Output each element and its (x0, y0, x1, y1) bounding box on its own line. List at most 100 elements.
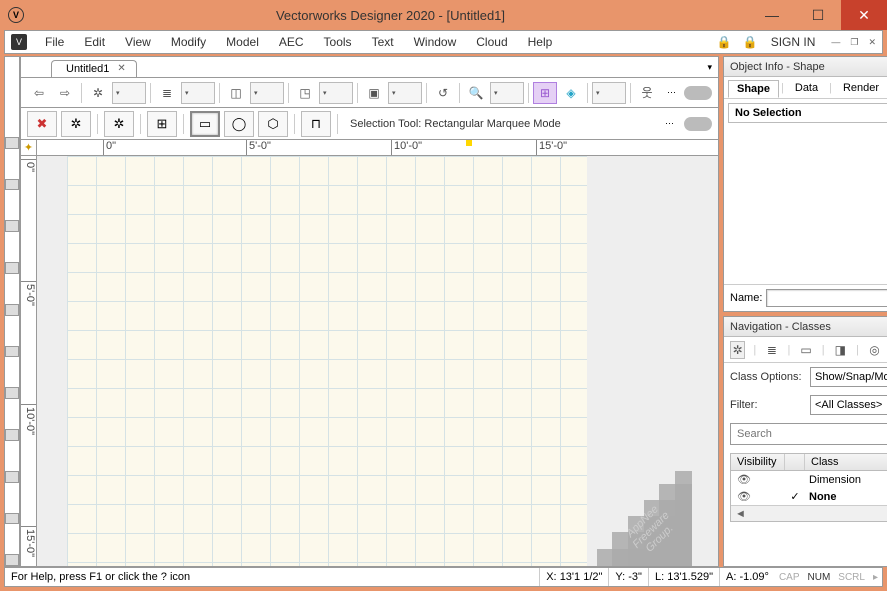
flyover-icon[interactable]: ↺ (431, 82, 455, 104)
tab-render[interactable]: Render (834, 79, 887, 97)
nav-classes-icon[interactable]: ✲ (730, 341, 745, 359)
ruler-cursor (466, 140, 472, 146)
menu-view[interactable]: View (117, 33, 159, 51)
walkthrough-icon[interactable]: 웃 (635, 82, 659, 104)
panel-header[interactable]: Object Info - Shape ? ✕ (724, 57, 887, 77)
strip-icon[interactable] (5, 346, 19, 358)
strip-icon[interactable] (5, 179, 19, 191)
mode-polygon-icon[interactable]: ⬡ (258, 111, 288, 137)
strip-icon[interactable] (5, 554, 19, 566)
ruler-tick: 10'-0" (21, 404, 36, 435)
mode-group-icon[interactable]: ⊞ (147, 111, 177, 137)
mode-cursor-link-icon[interactable]: ✲ (61, 111, 91, 137)
menu-edit[interactable]: Edit (76, 33, 113, 51)
search-input[interactable] (730, 423, 887, 445)
filter-select[interactable]: <All Classes>▾ (810, 395, 887, 415)
col-visibility[interactable]: Visibility (731, 454, 785, 470)
strip-icon[interactable] (5, 137, 19, 149)
table-scrollbar[interactable]: ◄► (731, 505, 887, 521)
nav-fwd-icon[interactable]: ⇨ (53, 82, 77, 104)
menu-model[interactable]: Model (218, 33, 267, 51)
render-icon[interactable]: ▣ (362, 82, 386, 104)
zoom-icon[interactable]: 🔍 (464, 82, 488, 104)
class-options-row: Class Options: Show/Snap/Modify Others▾ (724, 363, 887, 391)
class-icon[interactable]: ✲ (86, 82, 110, 104)
document-tab[interactable]: Untitled1 ✕ (51, 60, 137, 77)
nav-views-icon[interactable]: ◨ (833, 341, 848, 359)
tab-shape[interactable]: Shape (728, 80, 779, 98)
mdi-restore[interactable]: ❐ (850, 37, 858, 48)
row-check[interactable]: ✓ (785, 490, 805, 503)
layer-combo[interactable] (181, 82, 215, 104)
menu-modify[interactable]: Modify (163, 33, 214, 51)
plan-view-icon[interactable]: ⊞ (533, 82, 557, 104)
grid (67, 156, 587, 566)
eye-icon[interactable]: 👁 (737, 473, 751, 486)
strip-icon[interactable] (5, 513, 19, 525)
drawing-canvas[interactable]: AppNee Freeware Group. (37, 156, 718, 566)
class-combo[interactable] (112, 82, 146, 104)
view-icon[interactable]: ◳ (293, 82, 317, 104)
col-check[interactable] (785, 454, 805, 470)
name-input[interactable] (766, 289, 887, 307)
strip-icon[interactable] (5, 429, 19, 441)
toolbar-overflow-icon[interactable]: ⋯ (667, 87, 676, 98)
close-tab-icon[interactable]: ✕ (117, 63, 125, 74)
status-x: X: 13'1 1/2" (539, 568, 608, 586)
plane-icon[interactable]: ◫ (224, 82, 248, 104)
strip-icon[interactable] (5, 471, 19, 483)
tab-dropdown-icon[interactable]: ▾ (707, 62, 712, 73)
menubar: V File Edit View Modify Model AEC Tools … (4, 30, 883, 54)
layer-icon[interactable]: ≣ (155, 82, 179, 104)
mode-link-icon[interactable]: ✲ (104, 111, 134, 137)
mode-lasso-icon[interactable]: ◯ (224, 111, 254, 137)
nav-layers-icon[interactable]: ≣ (764, 341, 779, 359)
mode-cursor-cross-icon[interactable]: ✖ (27, 111, 57, 137)
view-mode-combo[interactable] (592, 82, 626, 104)
ruler-origin-icon[interactable]: ✦ (21, 140, 37, 155)
menu-aec[interactable]: AEC (271, 33, 312, 51)
window-title: Vectorworks Designer 2020 - [Untitled1] (32, 8, 749, 23)
strip-icon[interactable] (5, 220, 19, 232)
mdi-minimize[interactable]: — (831, 37, 840, 47)
table-row[interactable]: 👁 Dimension (731, 471, 887, 488)
nav-back-icon[interactable]: ⇦ (27, 82, 51, 104)
zoom-combo[interactable] (490, 82, 524, 104)
menu-text[interactable]: Text (364, 33, 402, 51)
toolbar-toggle[interactable] (684, 86, 712, 100)
maximize-button[interactable]: ☐ (795, 0, 841, 30)
minimize-button[interactable]: — (749, 0, 795, 30)
render-combo[interactable] (388, 82, 422, 104)
iso-view-icon[interactable]: ◈ (559, 82, 583, 104)
menu-tools[interactable]: Tools (316, 33, 360, 51)
lock-icon[interactable]: 🔒 (717, 35, 731, 49)
nav-viewports-icon[interactable]: ◎ (867, 341, 882, 359)
eye-icon[interactable]: 👁 (737, 490, 751, 503)
mode-marquee-icon[interactable]: ▭ (190, 111, 220, 137)
strip-icon[interactable] (5, 262, 19, 274)
strip-icon[interactable] (5, 387, 19, 399)
menu-window[interactable]: Window (406, 33, 465, 51)
left-tool-strip (4, 56, 20, 567)
view-combo[interactable] (319, 82, 353, 104)
sign-in-button[interactable]: SIGN IN (765, 35, 822, 49)
col-class[interactable]: Class (805, 454, 887, 470)
mode-wall-icon[interactable]: ⊓ (301, 111, 331, 137)
status-expand-icon[interactable]: ▸ (869, 572, 882, 583)
class-options-select[interactable]: Show/Snap/Modify Others▾ (810, 367, 887, 387)
close-button[interactable]: ✕ (841, 0, 887, 30)
panel-title: Navigation - Classes (730, 321, 831, 333)
mode-toggle[interactable] (684, 117, 712, 131)
menu-help[interactable]: Help (520, 33, 561, 51)
nav-sheets-icon[interactable]: ▭ (798, 341, 813, 359)
plane-combo[interactable] (250, 82, 284, 104)
mode-overflow-icon[interactable]: ⋯ (665, 118, 674, 129)
app-menu-icon[interactable]: V (11, 34, 27, 50)
table-row[interactable]: 👁 ✓ None (731, 488, 887, 505)
strip-icon[interactable] (5, 304, 19, 316)
menu-cloud[interactable]: Cloud (468, 33, 515, 51)
tab-data[interactable]: Data (786, 79, 827, 97)
menu-file[interactable]: File (37, 33, 72, 51)
panel-header[interactable]: Navigation - Classes ? ✕ (724, 317, 887, 337)
mdi-close[interactable]: ✕ (868, 37, 876, 48)
